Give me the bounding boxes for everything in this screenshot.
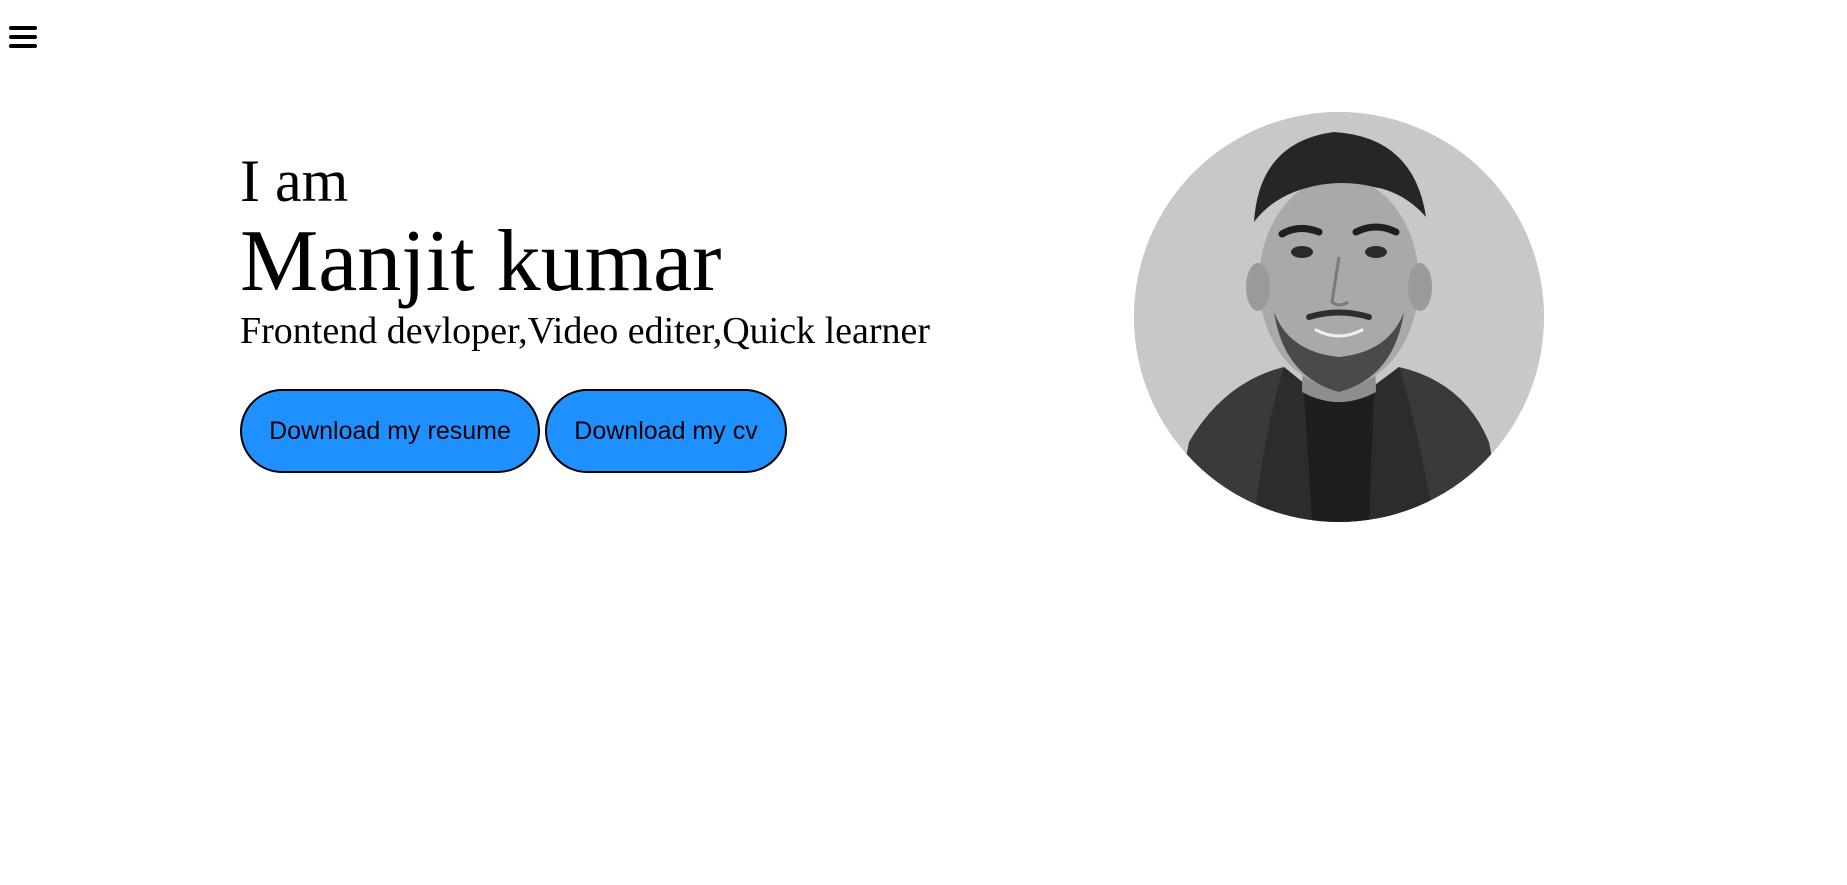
download-cv-button[interactable]: Download my cv (545, 389, 787, 473)
profile-photo-illustration (1134, 112, 1544, 522)
profile-photo (1134, 112, 1544, 522)
hamburger-menu-icon[interactable] (9, 26, 37, 48)
roles-text: Frontend devloper,Video editer,Quick lea… (240, 310, 931, 352)
download-buttons: Download my resume Download my cv (240, 389, 930, 473)
menu-bar (9, 44, 37, 48)
hero-intro: I am Manjit kumar Frontend devloper,Vide… (240, 148, 930, 473)
download-resume-button[interactable]: Download my resume (240, 389, 540, 473)
portfolio-page: I am Manjit kumar Frontend devloper,Vide… (0, 0, 1847, 885)
greeting-text: I am (240, 148, 349, 214)
person-name: Manjit kumar (240, 213, 722, 310)
menu-bar (9, 35, 37, 39)
menu-bar (9, 26, 37, 30)
